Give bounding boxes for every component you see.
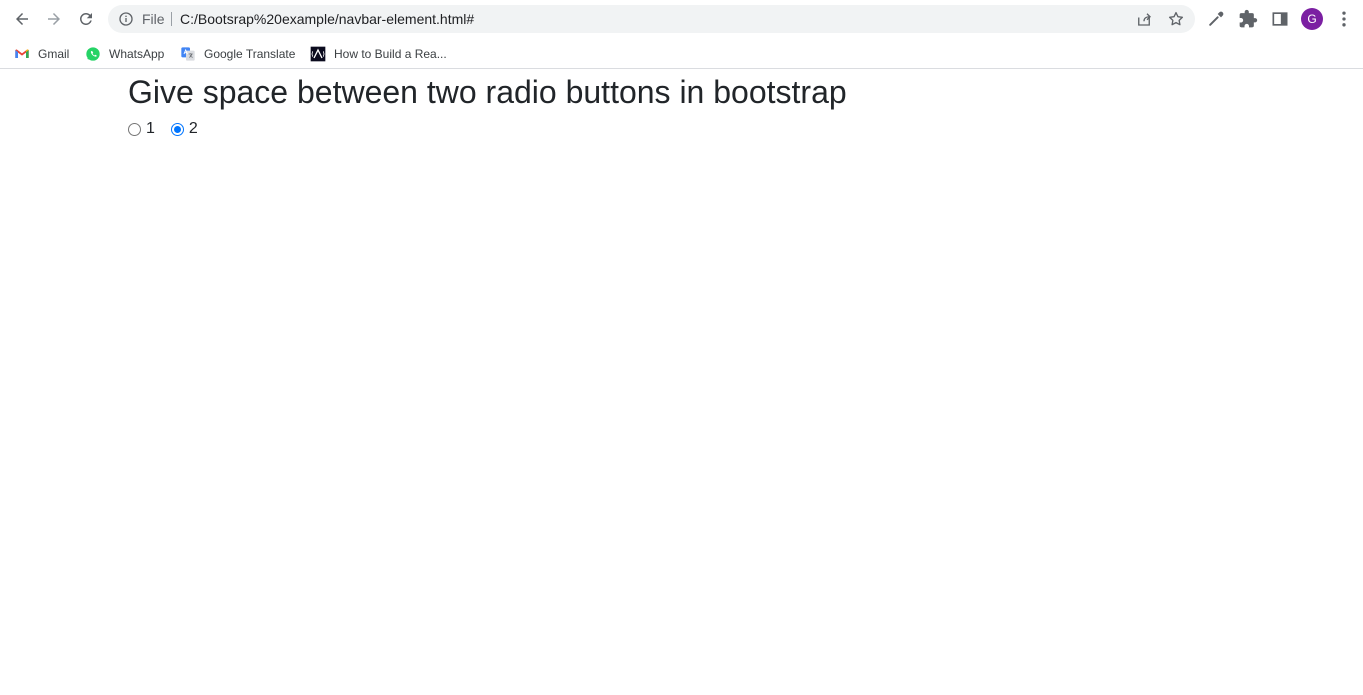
reload-button[interactable] (72, 5, 100, 33)
radio-button[interactable] (170, 122, 184, 136)
radio-option-2[interactable]: 2 (170, 119, 198, 139)
page-title: Give space between two radio buttons in … (128, 74, 847, 110)
radio-option-1[interactable]: 1 (128, 119, 155, 139)
profile-avatar[interactable]: G (1301, 8, 1323, 30)
address-bar[interactable]: File C:/Bootsrap%20example/navbar-elemen… (108, 5, 1195, 33)
back-button[interactable] (8, 5, 36, 33)
bookmark-gmail[interactable]: Gmail (10, 42, 73, 66)
bookmark-google-translate[interactable]: Google Translate (176, 42, 299, 66)
bookmark-how-to-build[interactable]: How to Build a Rea... (306, 42, 451, 66)
side-panel-icon[interactable] (1270, 9, 1290, 29)
bookmark-label: WhatsApp (109, 47, 165, 61)
arrow-right-icon (48, 13, 60, 25)
google-translate-icon (181, 47, 195, 61)
url-separator (171, 12, 172, 26)
star-icon[interactable] (1167, 10, 1185, 28)
share-icon[interactable] (1135, 10, 1153, 28)
browser-toolbar: File C:/Bootsrap%20example/navbar-elemen… (0, 0, 1363, 38)
page-content: Give space between two radio buttons in … (0, 70, 1363, 695)
more-vert-icon[interactable] (1334, 9, 1354, 29)
url-text[interactable]: C:/Bootsrap%20example/navbar-element.htm… (180, 5, 474, 33)
url-scheme-label: File (142, 11, 165, 27)
bookmark-whatsapp[interactable]: WhatsApp (81, 42, 168, 66)
bookmarks-bar: Gmail WhatsApp Google Translate How to B… (0, 38, 1363, 69)
radio-label: 2 (188, 120, 198, 137)
whatsapp-icon (86, 47, 100, 61)
info-icon[interactable] (118, 11, 134, 27)
reload-icon (79, 12, 92, 25)
radio-group: 1 2 (128, 119, 214, 139)
forward-button[interactable] (40, 5, 68, 33)
arrow-left-icon (16, 13, 28, 25)
site-logo-icon (310, 46, 326, 62)
radio-button[interactable] (128, 122, 141, 136)
gmail-icon (15, 49, 29, 58)
eyedropper-icon[interactable] (1206, 9, 1226, 29)
extensions-icon[interactable] (1238, 9, 1258, 29)
bookmark-label: Gmail (38, 47, 70, 61)
bookmark-label: Google Translate (204, 47, 296, 61)
radio-label: 1 (146, 120, 155, 137)
bookmark-label: How to Build a Rea... (334, 47, 447, 61)
